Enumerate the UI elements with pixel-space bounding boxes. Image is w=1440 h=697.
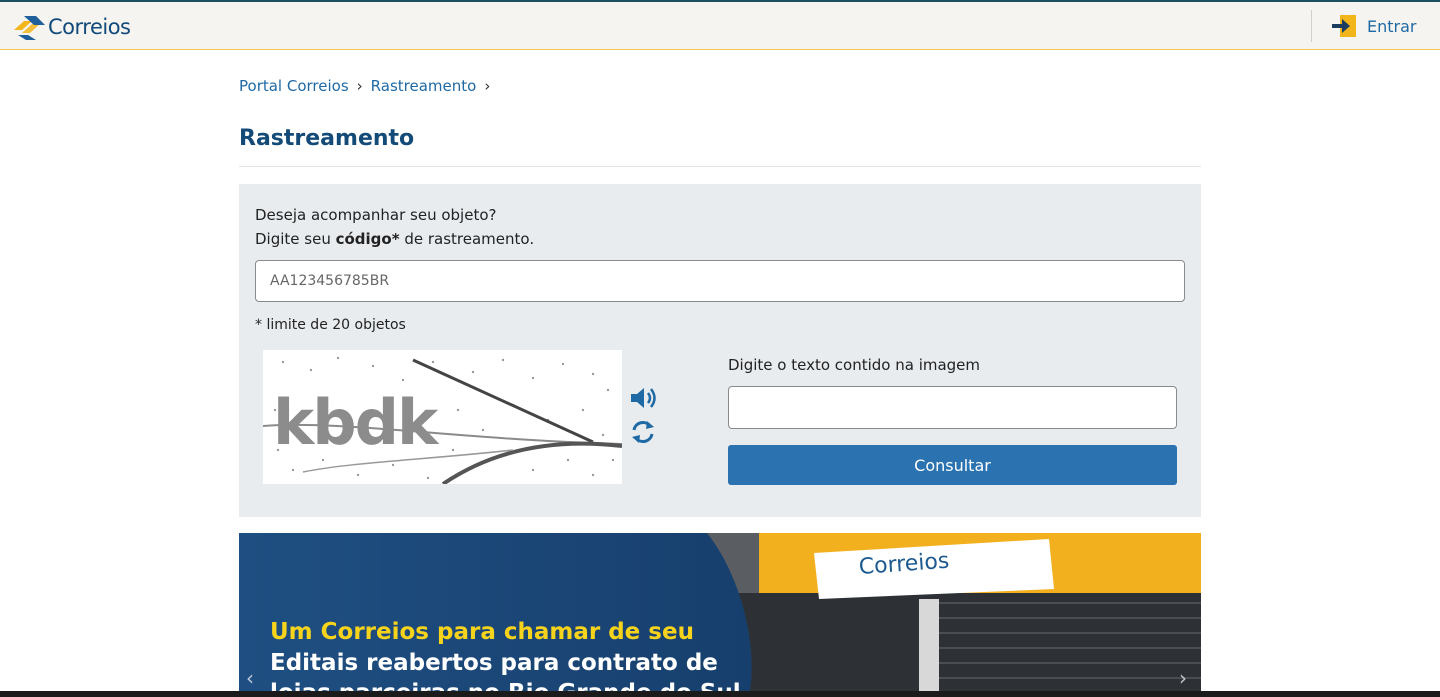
header-divider (1311, 10, 1312, 42)
correios-logo-icon (14, 16, 45, 40)
intro-suffix: de rastreamento. (399, 230, 535, 248)
page-title: Rastreamento (239, 126, 415, 151)
breadcrumb-separator: › (484, 77, 491, 95)
breadcrumb-separator: › (356, 77, 363, 95)
breadcrumb-rastreamento[interactable]: Rastreamento (371, 77, 477, 95)
login-label: Entrar (1367, 16, 1417, 36)
window-bottom-edge (0, 691, 1440, 697)
tracking-code-input[interactable] (255, 260, 1185, 302)
title-divider (239, 166, 1201, 167)
volume-icon (631, 388, 656, 408)
correios-logo[interactable]: Correios (12, 12, 131, 42)
banner-subline-1: Editais reabertos para contrato de (270, 650, 718, 676)
tracking-form-panel: Deseja acompanhar seu objeto? Digite seu… (239, 184, 1201, 517)
intro-prefix: Digite seu (255, 230, 336, 248)
intro-question: Deseja acompanhar seu objeto? (255, 206, 497, 224)
banner-headline: Um Correios para chamar de seu (270, 619, 694, 645)
captcha-audio-button[interactable] (629, 384, 661, 412)
intro-code-label: código* (335, 230, 400, 248)
login-button[interactable]: Entrar (1331, 14, 1416, 38)
promo-banner[interactable]: Correios Um Correios para chamar de seu … (239, 533, 1201, 697)
banner-next-arrow[interactable]: › (1179, 666, 1187, 690)
breadcrumb-portal-correios[interactable]: Portal Correios (239, 77, 349, 95)
sign-in-icon (1332, 15, 1356, 37)
site-header: Correios Entrar (0, 2, 1440, 50)
limit-note: * limite de 20 objetos (255, 317, 406, 333)
captcha-label: Digite o texto contido na imagem (728, 356, 981, 374)
captcha-refresh-button[interactable] (630, 418, 656, 446)
captcha-input[interactable] (728, 386, 1177, 429)
refresh-icon (632, 421, 654, 443)
consultar-button[interactable]: Consultar (728, 445, 1177, 485)
breadcrumb: Portal Correios › Rastreamento › (239, 77, 498, 95)
banner-prev-arrow[interactable]: ‹ (246, 666, 254, 690)
logo-text: Correios (48, 15, 131, 39)
intro-instruction: Digite seu código* de rastreamento. (255, 230, 534, 248)
captcha-text: kbdk (273, 386, 440, 459)
captcha-image: kbdk (262, 350, 623, 486)
